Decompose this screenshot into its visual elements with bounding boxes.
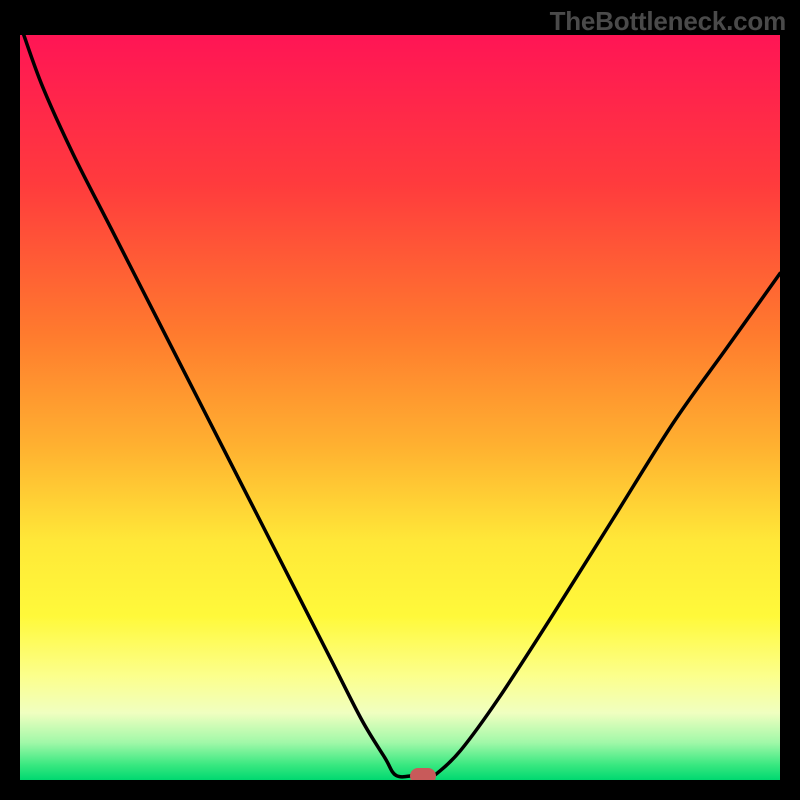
- plot-area: [20, 35, 780, 780]
- optimal-marker: [410, 768, 436, 780]
- watermark-text: TheBottleneck.com: [550, 6, 786, 37]
- curve-svg: [20, 35, 780, 780]
- bottleneck-curve: [24, 35, 780, 777]
- chart-container: TheBottleneck.com: [0, 0, 800, 800]
